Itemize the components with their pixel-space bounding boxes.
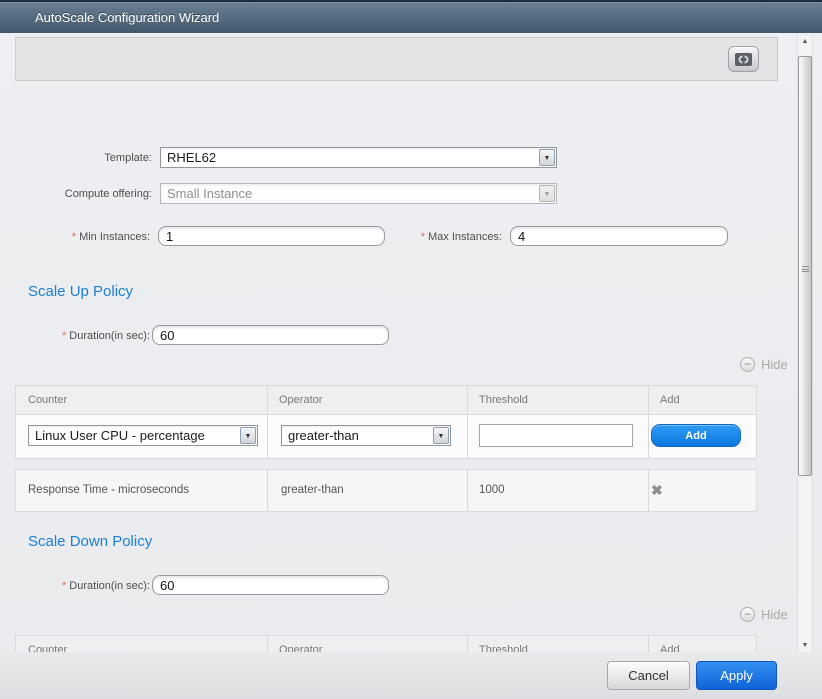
column-separator: [648, 386, 649, 458]
column-header-add: Add: [648, 386, 680, 415]
template-select[interactable]: RHEL62 ▼: [160, 147, 557, 168]
scaleup-counter-value: Linux User CPU - percentage: [35, 426, 205, 445]
column-separator: [467, 636, 468, 652]
column-separator: [648, 636, 649, 652]
scaleup-duration-input[interactable]: [152, 325, 389, 345]
apply-button[interactable]: Apply: [696, 661, 777, 690]
column-separator: [467, 386, 468, 458]
autoscale-action-button[interactable]: [728, 46, 759, 72]
scrollbar-thumb[interactable]: [798, 56, 812, 476]
compute-offering-value: Small Instance: [167, 184, 252, 203]
scaledown-table-header: Counter Operator Threshold Add: [16, 636, 756, 652]
condition-threshold: 1000: [479, 470, 505, 511]
scaleup-editor-row: Linux User CPU - percentage ▼ greater-th…: [16, 415, 756, 458]
compute-offering-dropdown-button: ▼: [539, 185, 555, 202]
scale-toggle-icon: [735, 53, 752, 66]
column-separator: [467, 470, 468, 511]
cancel-button[interactable]: Cancel: [607, 661, 690, 690]
delete-condition-icon[interactable]: ✖: [651, 470, 663, 511]
scaleup-duration-label: *Duration(in sec):: [0, 330, 150, 342]
column-separator: [648, 470, 649, 511]
compute-offering-select: Small Instance ▼: [160, 183, 557, 204]
scaleup-hide-toggle[interactable]: −Hide: [740, 356, 788, 374]
column-header-threshold: Threshold: [467, 636, 528, 652]
chevron-down-icon: ▼: [241, 428, 255, 445]
top-panel: [15, 37, 778, 81]
autoscale-wizard-dialog: AutoScale Configuration Wizard Template:…: [0, 0, 822, 699]
scaleup-condition-row: Response Time - microseconds greater-tha…: [15, 469, 757, 512]
scaledown-duration-label: *Duration(in sec):: [0, 580, 150, 592]
template-value: RHEL62: [167, 148, 216, 167]
chevron-down-icon: ▼: [434, 428, 448, 445]
condition-counter: Response Time - microseconds: [28, 470, 189, 511]
scroll-up-arrow-icon[interactable]: ▲: [798, 38, 812, 45]
scaledown-hide-label: Hide: [761, 607, 788, 622]
scaleup-counter-select[interactable]: Linux User CPU - percentage ▼: [28, 425, 258, 446]
scroll-down-arrow-icon[interactable]: ▼: [798, 642, 812, 649]
scaleup-condition-table: Counter Operator Threshold Add Linux Use…: [15, 385, 757, 459]
dialog-footer: Cancel Apply: [0, 652, 822, 699]
required-marker: *: [72, 231, 76, 243]
scaleup-add-button[interactable]: Add: [651, 424, 741, 447]
required-marker: *: [62, 580, 66, 592]
column-separator: [267, 636, 268, 652]
scaleup-operator-select[interactable]: greater-than ▼: [281, 425, 451, 446]
template-dropdown-button[interactable]: ▼: [539, 149, 555, 166]
titlebar: AutoScale Configuration Wizard: [0, 0, 822, 33]
scaleup-operator-value: greater-than: [288, 426, 359, 445]
column-header-add: Add: [648, 636, 680, 652]
scaleup-hide-label: Hide: [761, 357, 788, 372]
scaleup-operator-dropdown-button[interactable]: ▼: [433, 427, 449, 444]
column-header-operator: Operator: [267, 386, 322, 415]
column-separator: [267, 386, 268, 458]
chevron-down-icon: ▼: [540, 150, 554, 167]
chevron-down-icon: ▼: [540, 186, 554, 203]
template-label: Template:: [0, 152, 152, 164]
compute-offering-label: Compute offering:: [0, 188, 152, 200]
column-header-threshold: Threshold: [467, 386, 528, 415]
column-header-operator: Operator: [267, 636, 322, 652]
scaledown-duration-input[interactable]: [152, 575, 389, 595]
column-header-counter: Counter: [16, 386, 67, 415]
scale-up-policy-heading: Scale Up Policy: [28, 283, 133, 300]
scaleup-threshold-input[interactable]: [479, 424, 633, 447]
scaleup-table-header: Counter Operator Threshold Add: [16, 386, 756, 415]
scrollbar-grip: [802, 266, 809, 272]
scaleup-counter-dropdown-button[interactable]: ▼: [240, 427, 256, 444]
dialog-content: Template: RHEL62 ▼ Compute offering: Sma…: [0, 33, 822, 652]
vertical-scrollbar[interactable]: ▲ ▼: [797, 36, 813, 652]
dialog-title: AutoScale Configuration Wizard: [35, 2, 219, 33]
required-marker: *: [421, 231, 425, 243]
scaledown-hide-toggle[interactable]: −Hide: [740, 606, 788, 624]
minus-icon: −: [740, 357, 755, 372]
max-instances-input[interactable]: [510, 226, 728, 246]
max-instances-label: *Max Instances:: [398, 231, 502, 243]
scale-down-policy-heading: Scale Down Policy: [28, 533, 152, 550]
scaledown-condition-table: Counter Operator Threshold Add Linux Use…: [15, 635, 757, 652]
min-instances-label: *Min Instances:: [0, 231, 150, 243]
required-marker: *: [62, 330, 66, 342]
condition-operator: greater-than: [281, 470, 344, 511]
column-header-counter: Counter: [16, 636, 67, 652]
column-separator: [267, 470, 268, 511]
min-instances-input[interactable]: [158, 226, 385, 246]
minus-icon: −: [740, 607, 755, 622]
